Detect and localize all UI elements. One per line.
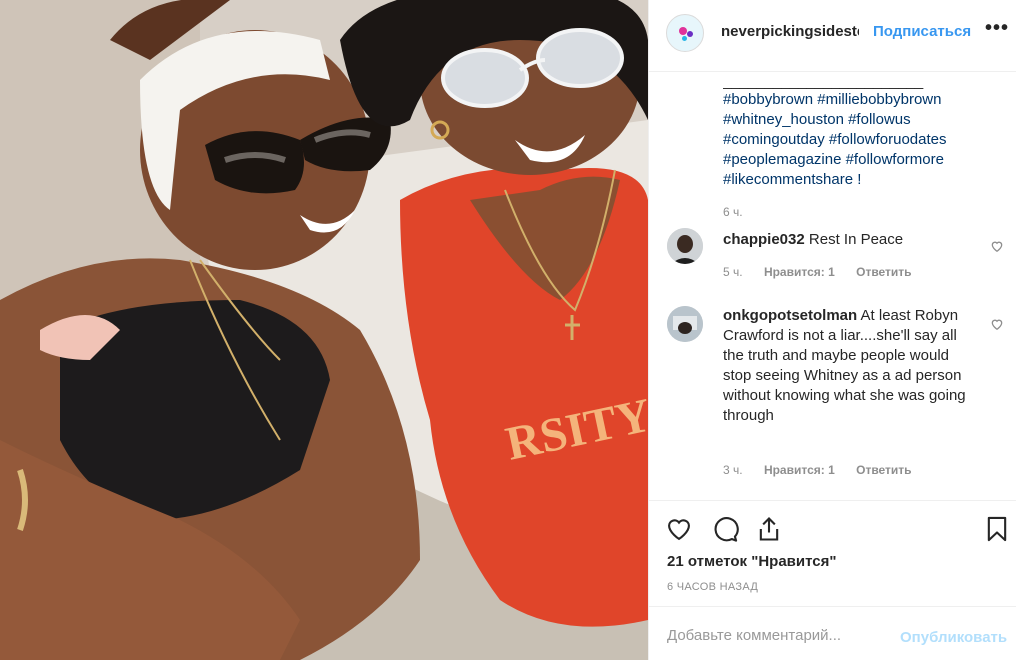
comment-message: Rest In Peace (808, 231, 904, 248)
comment-time[interactable]: 5 ч. (723, 265, 743, 279)
heart-icon[interactable] (665, 515, 693, 543)
comment-input[interactable] (667, 627, 887, 644)
comment-username[interactable]: chappie032 (723, 231, 805, 248)
comment-meta: 5 ч. Нравится: 1 Ответить (723, 265, 930, 279)
share-icon[interactable] (755, 515, 783, 543)
more-options-icon[interactable]: ••• (985, 17, 1009, 40)
commenter-avatar[interactable] (667, 306, 703, 342)
comment-likes[interactable]: Нравится: 1 (764, 265, 835, 279)
bookmark-icon[interactable] (983, 515, 1011, 543)
add-comment-bar: Опубликовать (649, 606, 1016, 660)
comment-text: chappie032 Rest In Peace (723, 230, 971, 250)
author-avatar[interactable] (666, 14, 704, 52)
comment-time[interactable]: 3 ч. (723, 463, 743, 477)
comment-text: onkgopotsetolman At least Robyn Crawford… (723, 306, 971, 426)
reply-button[interactable]: Ответить (856, 265, 911, 279)
caption-hashtags: #bobbybrown #milliebobbybrown #whitney_h… (723, 90, 1003, 190)
comment-username[interactable]: onkgopotsetolman (723, 307, 857, 324)
caption-line[interactable]: #bobbybrown #milliebobbybrown (723, 90, 1003, 110)
caption-line[interactable]: #likecommentshare ! (723, 170, 1003, 190)
post-photo[interactable]: RSITY OF (0, 0, 648, 660)
post-actions: 21 отметок "Нравится" 6 ЧАСОВ НАЗАД (649, 500, 1016, 606)
reply-button[interactable]: Ответить (856, 463, 911, 477)
publish-button[interactable]: Опубликовать (900, 629, 1007, 646)
comment-meta: 3 ч. Нравится: 1 Ответить (723, 463, 930, 477)
caption-separator: ________________________ (723, 78, 924, 90)
caption-timestamp[interactable]: 6 ч. (723, 205, 743, 219)
commenter-avatar[interactable] (667, 228, 703, 264)
post-photo-illustration: RSITY OF (0, 0, 648, 660)
comment-like-heart-icon[interactable] (990, 239, 1004, 253)
follow-button[interactable]: Подписаться (873, 23, 971, 40)
comment-likes[interactable]: Нравится: 1 (764, 463, 835, 477)
post-caption: ________________________ #bobbybrown #mi… (723, 78, 1003, 190)
comment-like-heart-icon[interactable] (990, 317, 1004, 331)
caption-line[interactable]: #whitney_houston #followus (723, 110, 1003, 130)
post-header: neverpickingsideste Подписаться ••• (649, 0, 1016, 72)
comment-message: At least Robyn Crawford is not a liar...… (723, 307, 966, 424)
caption-line[interactable]: #peoplemagazine #followformore (723, 150, 1003, 170)
post-side-panel: neverpickingsideste Подписаться ••• ____… (648, 0, 1016, 660)
caption-line[interactable]: #comingoutday #followforuodates (723, 130, 1003, 150)
post-timestamp[interactable]: 6 ЧАСОВ НАЗАД (667, 581, 758, 593)
likes-count[interactable]: 21 отметок "Нравится" (667, 553, 836, 570)
author-username[interactable]: neverpickingsideste (721, 23, 859, 40)
comment-icon[interactable] (711, 515, 739, 543)
